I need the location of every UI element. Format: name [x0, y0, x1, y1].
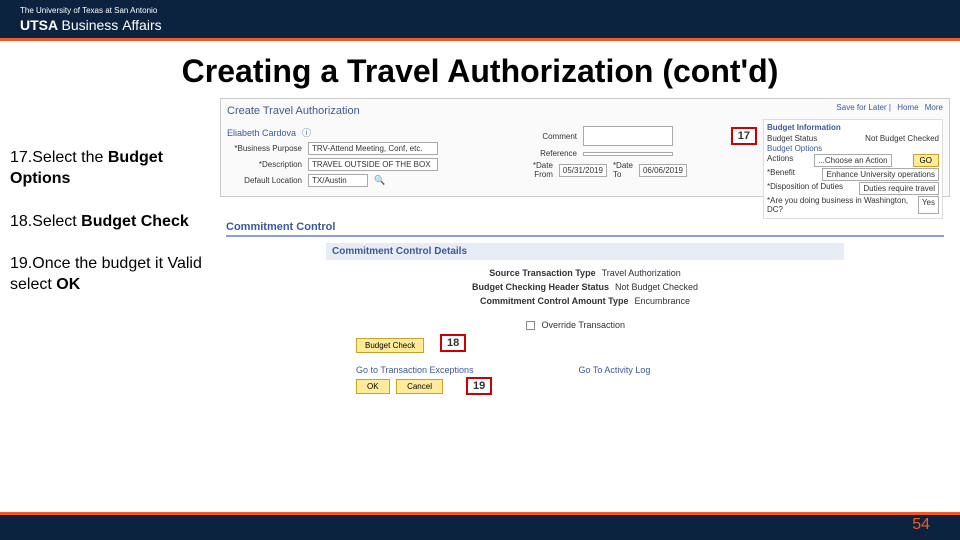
default-location-input[interactable]: TX/Austin — [308, 174, 368, 187]
budget-info-header: Budget Information — [767, 123, 939, 132]
budget-options-link[interactable]: Budget Options — [767, 144, 822, 153]
step-17: 17.Select the Budget Options — [10, 148, 220, 190]
reference-input[interactable] — [583, 152, 673, 156]
page-title: Creating a Travel Authorization (cont'd) — [0, 53, 960, 90]
comment-label: Comment — [527, 132, 577, 141]
step-18: 18.Select Budget Check — [10, 212, 220, 233]
reference-label: Reference — [527, 149, 577, 158]
business-purpose-label: *Business Purpose — [227, 144, 302, 153]
header-bar: The University of Texas at San Antonio U… — [0, 0, 960, 38]
business-purpose-select[interactable]: TRV-Attend Meeting, Conf, etc. — [308, 142, 438, 155]
help-icon[interactable]: ⓘ — [302, 126, 311, 139]
callout-18: 18 — [440, 334, 466, 352]
app-screenshot: Create Travel Authorization Save for Lat… — [220, 98, 950, 400]
budget-check-button[interactable]: Budget Check — [356, 338, 424, 353]
header-logo: UTSA Business Affairs — [20, 17, 162, 33]
steps-list: 17.Select the Budget Options 18.Select B… — [10, 98, 220, 400]
home-link[interactable]: Home — [897, 103, 918, 112]
footer-bar: 54 — [0, 512, 960, 540]
date-to-input[interactable]: 06/06/2019 — [639, 164, 687, 177]
override-checkbox[interactable] — [526, 321, 535, 330]
page-number: 54 — [912, 516, 930, 534]
callout-19: 19 — [466, 377, 492, 395]
date-to-label: *Date To — [613, 161, 633, 179]
go-button[interactable]: GO — [913, 154, 939, 167]
step-19: 19.Once the budget it Valid select OK — [10, 254, 220, 296]
override-row: Override Transaction — [526, 320, 944, 330]
comment-input[interactable] — [583, 126, 673, 146]
create-travel-panel: Create Travel Authorization Save for Lat… — [220, 98, 950, 197]
ok-button[interactable]: OK — [356, 379, 390, 394]
date-from-label: *Date From — [527, 161, 553, 179]
budget-info-box: Budget Information Budget StatusNot Budg… — [763, 119, 943, 219]
top-links: Save for Later | Home More — [832, 103, 943, 112]
description-label: *Description — [227, 160, 302, 169]
save-link[interactable]: Save for Later — [836, 103, 886, 112]
activity-log-link[interactable]: Go To Activity Log — [579, 365, 651, 375]
divider — [0, 38, 960, 41]
default-location-label: Default Location — [227, 176, 302, 185]
callout-17: 17 — [731, 127, 757, 145]
cancel-button[interactable]: Cancel — [396, 379, 443, 394]
exceptions-link[interactable]: Go to Transaction Exceptions — [356, 365, 576, 375]
university-name: The University of Texas at San Antonio — [20, 6, 162, 15]
actions-select[interactable]: ...Choose an Action — [814, 154, 891, 167]
description-input[interactable]: TRAVEL OUTSIDE OF THE BOX — [308, 158, 438, 171]
commitment-panel: Commitment Control Commitment Control De… — [220, 215, 950, 400]
more-link[interactable]: More — [925, 103, 943, 112]
commitment-details-header: Commitment Control Details — [326, 243, 844, 260]
date-from-input[interactable]: 05/31/2019 — [559, 164, 607, 177]
commitment-title: Commitment Control — [226, 221, 944, 237]
search-icon[interactable]: 🔍 — [374, 175, 385, 186]
employee-name: Eliabeth Cardova — [227, 128, 296, 138]
